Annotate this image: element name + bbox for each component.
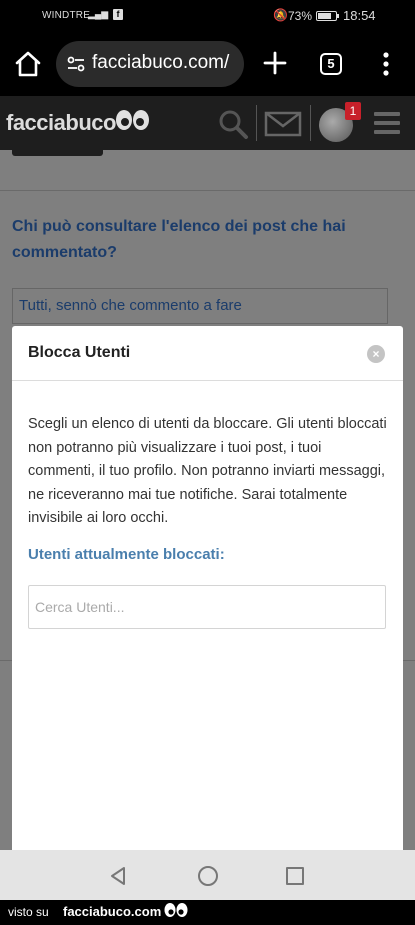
notification-badge: 1 bbox=[345, 102, 361, 120]
search-icon[interactable] bbox=[217, 109, 249, 139]
hamburger-menu-icon[interactable] bbox=[372, 109, 402, 137]
status-bar: WINDTRE ▂▄▆ f 🔕 73% 18:54 bbox=[0, 0, 415, 32]
facebook-notification-icon: f bbox=[113, 9, 123, 20]
logo-eyes-icon bbox=[116, 110, 149, 130]
privacy-answer-select[interactable]: Tutti, sennò che commento a fare bbox=[12, 288, 388, 324]
signal-icon: ▂▄▆ bbox=[88, 9, 109, 19]
watermark-strip: visto su facciabuco.com bbox=[0, 900, 415, 925]
watermark-prefix: visto su bbox=[8, 905, 49, 919]
modal-description: Scegli un elenco di utenti da bloccare. … bbox=[28, 416, 387, 526]
back-icon[interactable] bbox=[109, 866, 127, 886]
header-divider bbox=[310, 105, 311, 141]
tab-switcher-button[interactable]: 5 bbox=[320, 53, 342, 75]
more-menu-icon[interactable] bbox=[380, 51, 392, 77]
browser-toolbar: facciabuco.com/ 5 bbox=[0, 32, 415, 96]
battery-percent: 73% bbox=[288, 9, 313, 23]
site-settings-icon[interactable] bbox=[66, 54, 86, 74]
modal-title: Blocca Utenti bbox=[28, 344, 131, 361]
header-divider bbox=[256, 105, 257, 141]
watermark-eyes-icon bbox=[164, 903, 188, 917]
clock: 18:54 bbox=[343, 8, 376, 23]
close-icon[interactable]: × bbox=[367, 345, 385, 363]
recent-apps-icon[interactable] bbox=[286, 867, 304, 885]
home-icon[interactable] bbox=[14, 50, 42, 78]
home-nav-icon[interactable] bbox=[198, 866, 218, 886]
battery-icon bbox=[316, 11, 339, 21]
address-bar[interactable]: facciabuco.com/ bbox=[56, 41, 244, 87]
url-text[interactable]: facciabuco.com/ bbox=[92, 52, 240, 74]
system-navigation-bar bbox=[0, 850, 415, 900]
site-logo[interactable]: facciabuco bbox=[6, 110, 116, 136]
site-header: facciabuco 1 bbox=[0, 96, 415, 150]
search-users-input[interactable] bbox=[28, 585, 386, 629]
page-button-stub bbox=[12, 150, 103, 156]
privacy-question: Chi può consultare l'elenco dei post che… bbox=[12, 218, 346, 261]
blocked-users-heading: Utenti attualmente bloccati: bbox=[28, 546, 225, 563]
carrier-label: WINDTRE bbox=[42, 10, 91, 21]
watermark-site: facciabuco.com bbox=[63, 904, 162, 919]
mute-icon: 🔕 bbox=[273, 8, 288, 22]
block-users-modal: Blocca Utenti × Scegli un elenco di uten… bbox=[12, 326, 403, 853]
modal-header: Blocca Utenti × bbox=[12, 326, 403, 381]
mail-icon[interactable] bbox=[264, 111, 302, 137]
new-tab-icon[interactable] bbox=[262, 50, 288, 76]
divider bbox=[0, 190, 415, 191]
